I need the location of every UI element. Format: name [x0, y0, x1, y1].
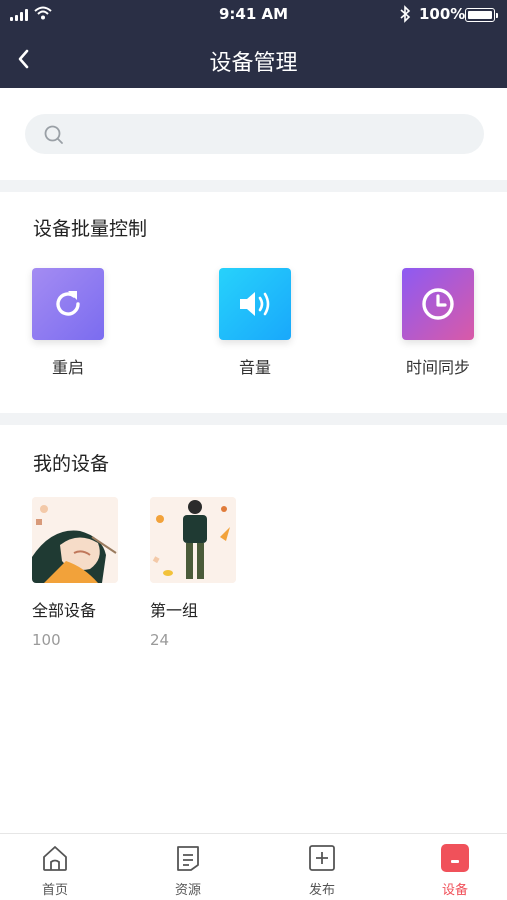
tab-resources[interactable]: 资源	[133, 834, 243, 900]
restart-label: 重启	[51, 358, 84, 377]
tab-bar: 首页 资源 发布 设备	[0, 833, 507, 900]
device-icon	[440, 843, 470, 873]
group-count: 100	[32, 631, 61, 649]
tab-publish[interactable]: 发布	[267, 834, 377, 900]
group-name: 第一组	[150, 601, 199, 620]
search-input[interactable]	[73, 120, 468, 148]
battery-icon	[465, 8, 498, 22]
group-name: 全部设备	[32, 601, 97, 620]
clock-icon	[402, 268, 474, 340]
plus-square-icon	[307, 843, 337, 873]
section-divider	[0, 413, 507, 425]
section-divider	[0, 180, 507, 192]
search-section	[0, 88, 507, 180]
tab-label: 设备	[441, 883, 468, 898]
search-bar[interactable]	[25, 114, 484, 154]
bluetooth-icon	[399, 5, 411, 27]
volume-control[interactable]: 音量	[200, 268, 310, 378]
group-thumbnail	[32, 497, 118, 583]
nav-bar: 设备管理	[0, 30, 507, 88]
group-thumbnail	[150, 497, 236, 583]
tab-devices[interactable]: 设备	[400, 834, 507, 900]
tab-label: 资源	[174, 883, 201, 898]
device-group-all[interactable]: 全部设备 100	[32, 497, 118, 649]
batch-control-title: 设备批量控制	[33, 218, 148, 240]
time-sync-control[interactable]: 时间同步	[383, 268, 493, 378]
refresh-icon	[32, 268, 104, 340]
group-count: 24	[150, 631, 170, 649]
tab-home[interactable]: 首页	[0, 834, 110, 900]
document-icon	[173, 843, 203, 873]
tab-label: 发布	[308, 883, 335, 898]
home-icon	[40, 843, 70, 873]
tab-label: 首页	[41, 883, 68, 898]
battery-percent: 100%	[419, 5, 466, 23]
my-devices-title: 我的设备	[33, 453, 110, 475]
status-bar: 9:41 AM 100%	[0, 0, 507, 30]
volume-icon	[219, 268, 291, 340]
device-group-1[interactable]: 第一组 24	[150, 497, 236, 649]
restart-control[interactable]: 重启	[13, 268, 123, 378]
page-title: 设备管理	[209, 51, 298, 76]
search-icon	[43, 124, 65, 150]
volume-label: 音量	[238, 358, 271, 377]
time-sync-label: 时间同步	[405, 358, 470, 377]
